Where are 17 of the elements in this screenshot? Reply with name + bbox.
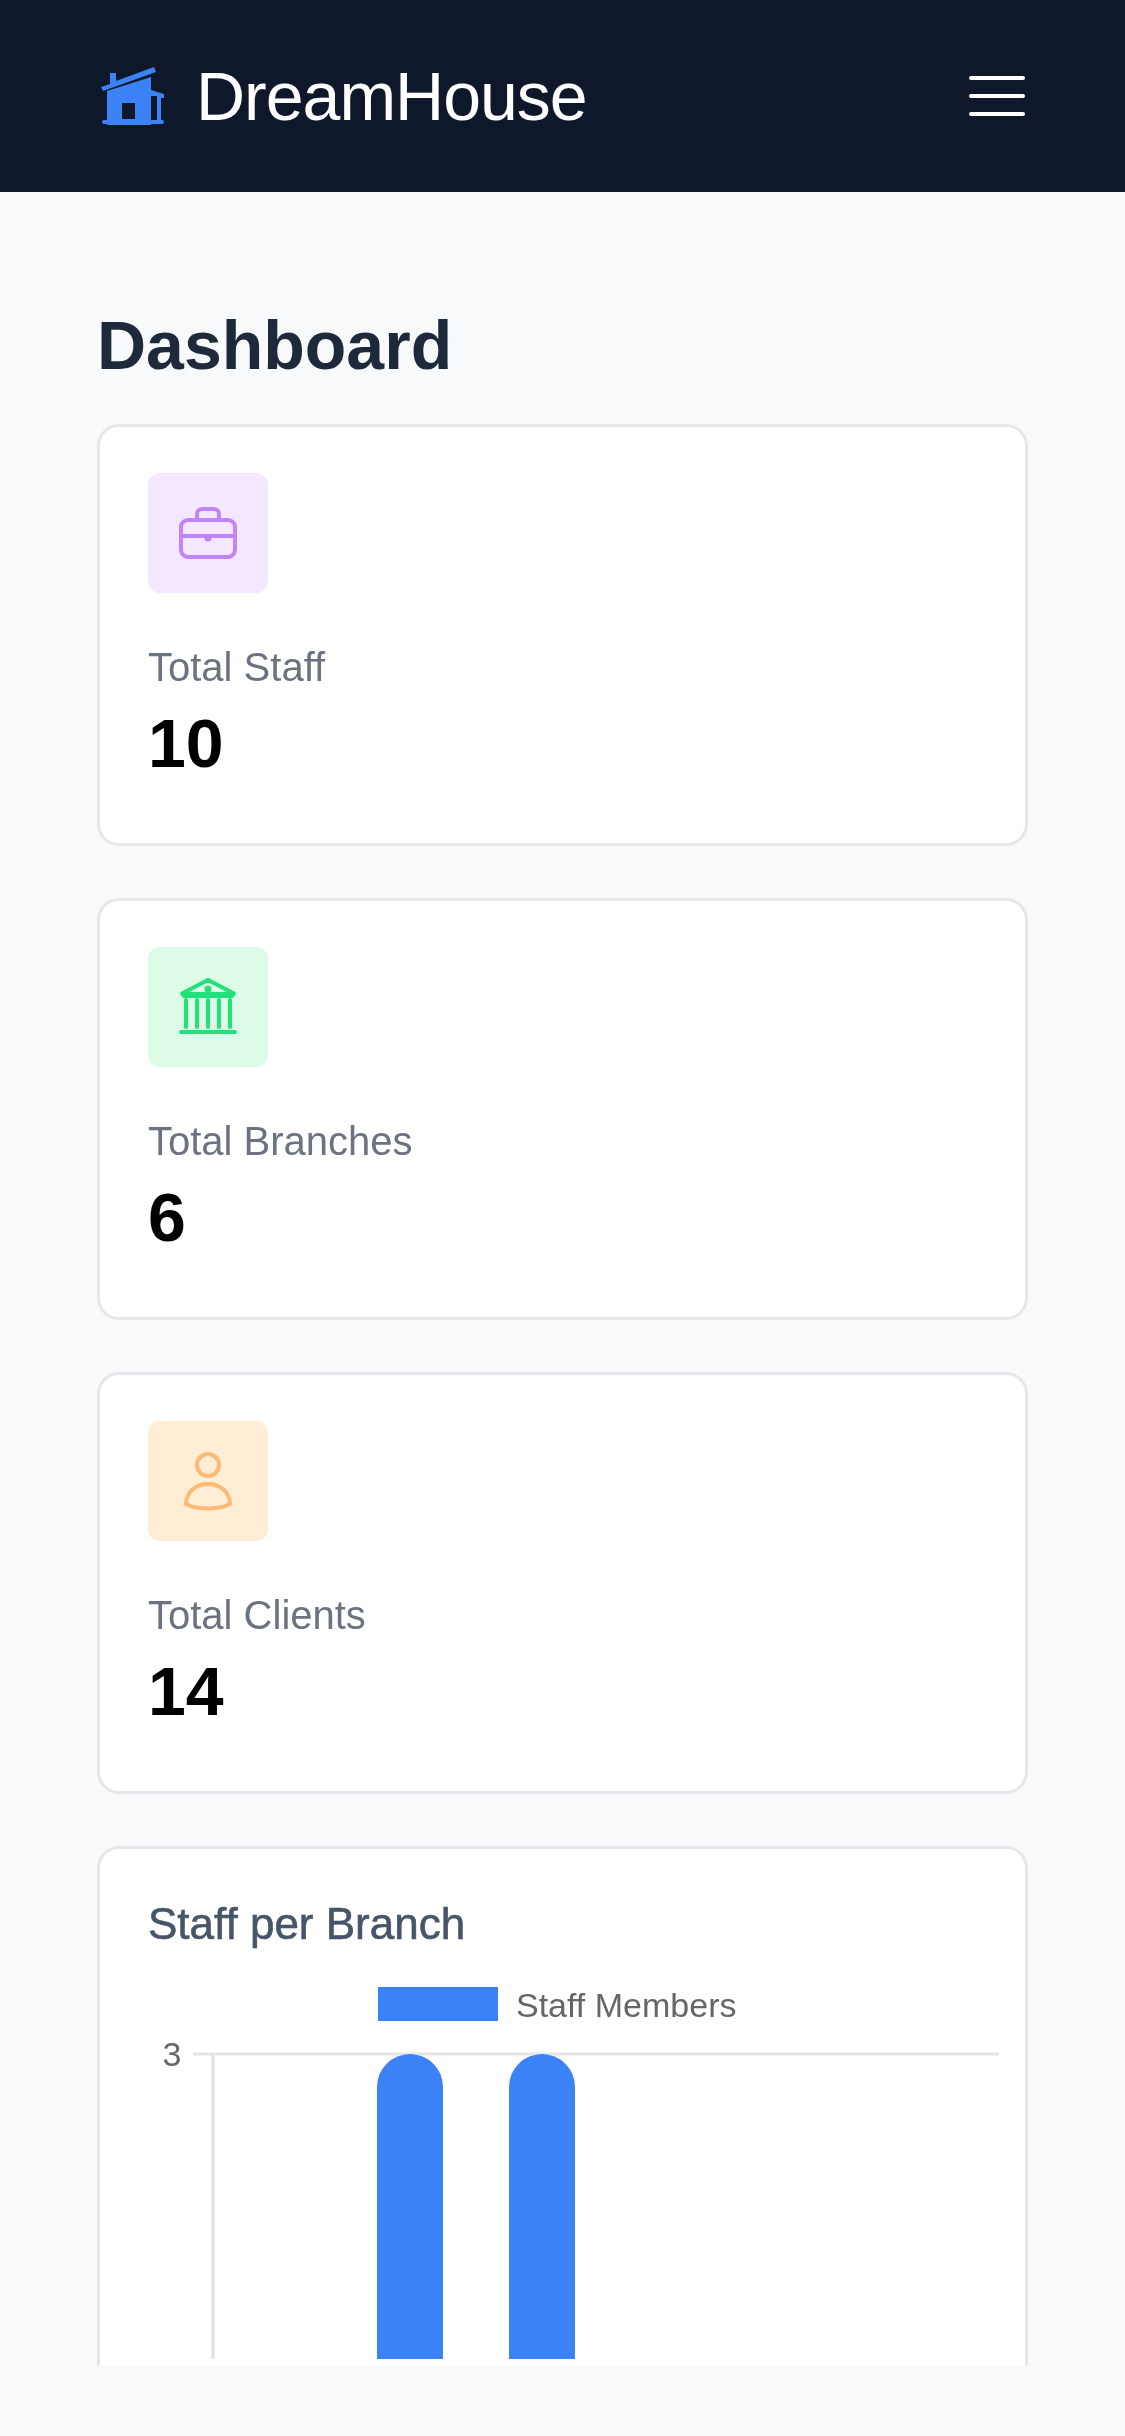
legend-label: Staff Members: [516, 1986, 737, 2024]
house-icon: [100, 67, 166, 125]
stat-value: 6: [148, 1178, 187, 1256]
stat-label: Total Branches: [148, 1119, 414, 1164]
stat-value: 10: [148, 704, 225, 782]
bank-icon: [178, 978, 238, 1036]
person-icon: [182, 1450, 234, 1512]
axis-tick-label: 3: [162, 2035, 182, 2073]
chart-title: Staff per Branch: [148, 1899, 467, 1949]
brand-link[interactable]: DreamHouse: [100, 57, 587, 135]
stat-label: Total Staff: [148, 645, 327, 690]
stat-label: Total Clients: [148, 1593, 367, 1638]
page-title: Dashboard: [97, 306, 454, 384]
briefcase-icon: [178, 506, 238, 560]
stat-value: 14: [148, 1652, 225, 1730]
menu-button[interactable]: [969, 76, 1025, 116]
brand-name: DreamHouse: [196, 57, 587, 135]
